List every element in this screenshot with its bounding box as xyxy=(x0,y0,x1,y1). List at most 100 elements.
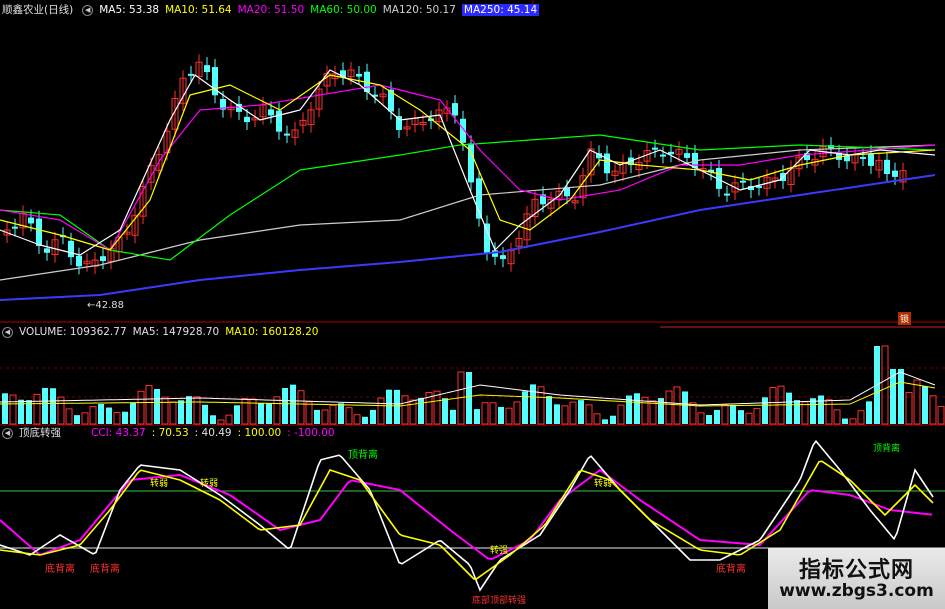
stock-chart[interactable] xyxy=(0,0,945,609)
signal-bottom-divergence: 底背离 xyxy=(45,564,75,575)
candle-body xyxy=(660,154,666,157)
ma20-value: MA20: 51.50 xyxy=(237,4,305,16)
volume-bar xyxy=(353,414,361,425)
volume-bar xyxy=(305,401,313,425)
candle-body xyxy=(860,157,866,160)
ma10-value: MA10: 51.64 xyxy=(165,4,232,16)
volume-bar xyxy=(266,403,272,424)
volume-bar xyxy=(554,404,560,424)
volume-bar xyxy=(561,405,569,425)
watermark-name: 指标公式网 xyxy=(798,558,914,583)
volume-bar xyxy=(370,409,376,424)
volume-bar xyxy=(65,408,73,425)
volume-bar xyxy=(810,398,816,424)
volume-bar xyxy=(314,409,320,424)
candle-body xyxy=(564,187,570,197)
volume-bar xyxy=(682,391,688,424)
volume-value: VOLUME: 109362.77 xyxy=(19,326,127,338)
volume-bar xyxy=(50,388,56,424)
candle-body xyxy=(892,170,898,177)
volume-bar xyxy=(842,418,848,424)
volume-bar xyxy=(377,397,385,425)
volume-bar xyxy=(210,415,216,424)
volume-bar xyxy=(857,410,865,425)
volume-bar xyxy=(489,402,497,425)
volume-bar xyxy=(273,396,281,425)
candle-body xyxy=(396,116,402,130)
candle-body xyxy=(12,226,18,229)
volume-bar xyxy=(98,403,104,424)
candle-body xyxy=(740,180,746,183)
volume-bar xyxy=(849,418,857,425)
volume-bar xyxy=(338,403,344,424)
volume-bar xyxy=(769,387,777,425)
candle-body xyxy=(452,103,458,116)
candle-body xyxy=(36,218,42,246)
signal-strong: 转强 xyxy=(490,546,509,556)
volume-bar xyxy=(33,393,41,425)
volume-bar xyxy=(602,419,608,424)
volume-bar xyxy=(161,396,169,425)
ind-value-2: : 70.53 xyxy=(151,427,189,439)
price-panel xyxy=(0,54,936,301)
volume-bar xyxy=(2,393,8,424)
collapse-icon[interactable]: ◀ xyxy=(82,4,94,16)
volume-bar xyxy=(593,413,601,425)
ma20-line xyxy=(0,84,936,251)
ind-value-3: : 40.49 xyxy=(194,427,232,439)
volume-bar xyxy=(258,402,264,424)
candle-body xyxy=(204,65,210,73)
volume-bar xyxy=(362,416,368,424)
candle-body xyxy=(604,153,610,174)
volume-bar xyxy=(753,407,761,425)
volume-bar xyxy=(329,404,337,425)
candle-body xyxy=(500,255,506,260)
volume-bar xyxy=(241,398,249,425)
cci-value: CCI: 43.37 xyxy=(91,427,146,439)
candle-body xyxy=(68,240,74,258)
volume-bar xyxy=(530,384,536,424)
volume-bar xyxy=(801,401,809,425)
volume-bar xyxy=(922,386,928,424)
volume-bar xyxy=(9,394,17,425)
volume-bar xyxy=(498,406,504,424)
ma250-value: MA250: 45.14 xyxy=(461,4,540,16)
signal-top-divergence: 顶背离 xyxy=(348,450,378,461)
candle-body xyxy=(44,248,50,253)
volume-bar xyxy=(738,410,744,424)
volume-collapse-icon[interactable]: ◀ xyxy=(2,326,13,338)
ma5-value: MA5: 53.38 xyxy=(99,4,160,16)
volume-bar xyxy=(721,404,729,425)
watermark-logo: 指标公式网 www.zbgs3.com xyxy=(768,548,945,609)
volume-bar xyxy=(42,387,48,424)
volume-bar xyxy=(217,419,225,425)
volume-bar xyxy=(89,406,97,425)
candle-body xyxy=(684,153,690,158)
volume-bar xyxy=(697,412,705,425)
ind-value-4: : 100.00 xyxy=(237,427,282,439)
volume-bar xyxy=(282,387,288,424)
volume-bar xyxy=(186,396,192,424)
volume-bar xyxy=(818,395,824,424)
volume-bar xyxy=(714,409,720,424)
volume-bar xyxy=(745,412,753,425)
corner-badge: 锁 xyxy=(898,312,912,325)
volume-bar xyxy=(297,390,305,425)
volume-bar xyxy=(929,395,937,425)
volume-bar xyxy=(225,414,233,425)
volume-bar xyxy=(481,402,489,425)
volume-bar xyxy=(505,407,513,425)
volume-bar xyxy=(937,405,945,425)
volume-bar xyxy=(450,409,456,424)
indicator-collapse-icon[interactable]: ◀ xyxy=(2,427,13,439)
volume-header: ◀ VOLUME: 109362.77 MA5: 147928.70 MA10: 16… xyxy=(2,325,324,339)
volume-bar xyxy=(122,411,128,424)
candle-body xyxy=(76,255,82,267)
ma10-line xyxy=(0,74,936,251)
volume-bar xyxy=(898,369,904,424)
vol-ma10-value: MA10: 160128.20 xyxy=(225,326,319,338)
volume-bar xyxy=(106,407,112,424)
volume-bar xyxy=(649,400,657,425)
volume-bar xyxy=(546,396,552,424)
volume-bar xyxy=(513,401,521,425)
